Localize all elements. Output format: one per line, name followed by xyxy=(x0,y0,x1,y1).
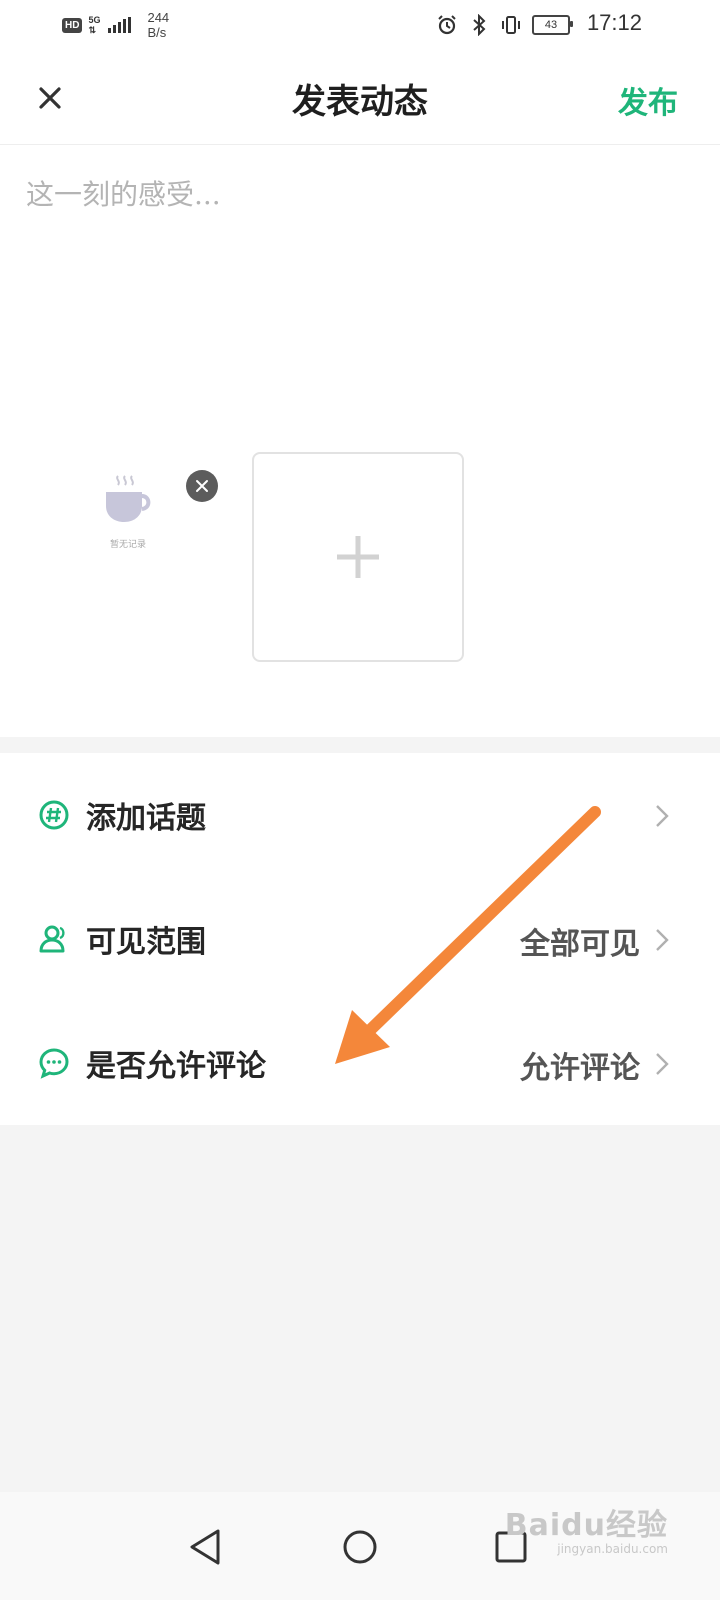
network-speed: 244 B/s xyxy=(147,10,169,40)
settings-row-label: 可见范围 xyxy=(86,925,206,960)
triangle-back-icon xyxy=(190,1529,220,1565)
plus-icon xyxy=(337,536,379,578)
vibrate-icon xyxy=(500,14,522,36)
settings-row-label: 是否允许评论 xyxy=(86,1049,266,1084)
clock: 17:12 xyxy=(586,10,642,35)
settings-row-value: 全部可见 xyxy=(520,927,640,962)
settings-list: 添加话题 可见范围 全部可见 是否允许评论 允许评论 xyxy=(0,753,720,1125)
close-icon xyxy=(196,480,208,492)
page-title: 发表动态 xyxy=(292,82,428,122)
watermark-brand: Baidu经验 xyxy=(504,1508,668,1543)
settings-row-value: 允许评论 xyxy=(520,1051,640,1086)
chevron-right-icon xyxy=(656,805,669,827)
speed-value: 244 xyxy=(147,10,170,25)
network-indicator: 5G ⇅ xyxy=(88,15,100,35)
home-button[interactable] xyxy=(337,1524,383,1570)
battery-level: 43 xyxy=(544,19,558,31)
back-button[interactable] xyxy=(182,1524,228,1570)
topic-hash-icon xyxy=(39,800,69,830)
settings-row-label: 添加话题 xyxy=(86,801,206,836)
coffee-cup-icon xyxy=(106,475,151,522)
comment-icon xyxy=(39,1048,69,1079)
image-caption: 暂无记录 xyxy=(109,540,146,550)
add-image-button[interactable] xyxy=(252,452,464,662)
post-text-input[interactable] xyxy=(24,171,678,375)
status-right: 43 xyxy=(436,8,573,42)
battery-icon: 43 xyxy=(532,15,573,35)
chevron-right-icon xyxy=(656,929,669,951)
watermark-url: jingyan.baidu.com xyxy=(557,1542,668,1556)
publish-button[interactable]: 发布 xyxy=(618,78,678,122)
circle-home-icon xyxy=(343,1530,377,1564)
user-icon xyxy=(39,925,65,953)
settings-row-topic[interactable]: 添加话题 xyxy=(0,753,720,877)
baidu-watermark: Baidu经验 jingyan.baidu.com xyxy=(505,1500,668,1556)
speed-unit: B/s xyxy=(147,25,167,40)
hd-badge: HD xyxy=(62,17,83,33)
editor-area: 暂无记录 xyxy=(0,145,720,737)
alarm-icon xyxy=(436,14,458,36)
signal-icon xyxy=(108,17,132,33)
bluetooth-icon xyxy=(468,14,490,36)
remove-image-button[interactable] xyxy=(186,470,218,502)
status-bar: HD 5G ⇅ 244 B/s 43 17:12 xyxy=(0,0,720,50)
settings-row-comments[interactable]: 是否允许评论 允许评论 xyxy=(0,1001,720,1125)
network-type: 5G xyxy=(88,15,101,25)
data-arrows-icon: ⇅ xyxy=(88,25,96,35)
chevron-right-icon xyxy=(656,1053,669,1075)
settings-row-visibility[interactable]: 可见范围 全部可见 xyxy=(0,877,720,1001)
status-left: HD 5G ⇅ 244 B/s xyxy=(62,8,169,42)
title-bar: 发表动态 发布 xyxy=(0,50,720,145)
